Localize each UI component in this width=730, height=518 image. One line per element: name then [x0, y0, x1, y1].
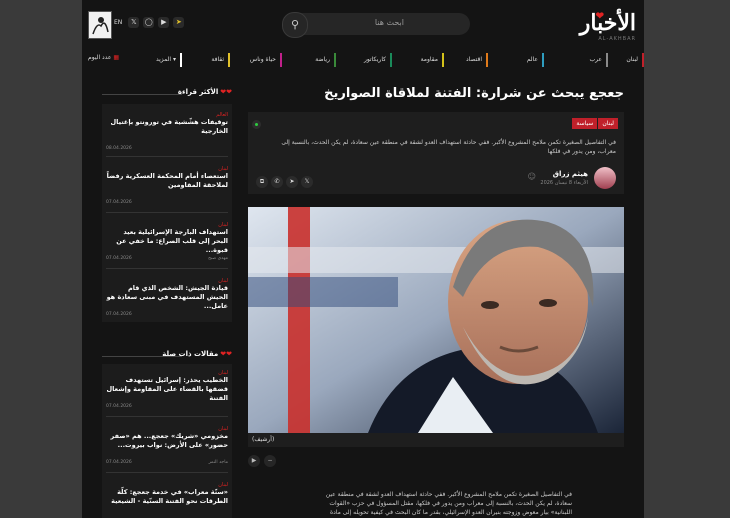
heart-icon: ❤❤ — [220, 88, 232, 96]
article-image — [248, 207, 624, 433]
most-read-title: الأكثر قراءة — [177, 88, 219, 96]
article-title: جعجع يبحث عن شرارة: الفتنة لملاقاة الصوا… — [324, 86, 624, 101]
article-lead: في التفاصيل الصغيرة تكمن ملامح المشروع ا… — [281, 139, 616, 155]
article-tags: لبنان سياسة — [571, 118, 618, 129]
telegram-icon[interactable]: ➤ — [286, 176, 298, 188]
nav-item-arab[interactable]: عرب — [548, 53, 608, 67]
item-date: 07.04.2026 — [106, 404, 132, 409]
item-date: 08.04.2026 — [106, 146, 132, 151]
calendar-icon: ▦ — [113, 54, 120, 61]
live-indicator-icon — [252, 120, 261, 129]
divider — [106, 472, 228, 473]
item-date: 07.04.2026 — [106, 256, 132, 261]
copy-icon[interactable]: ⧉ — [256, 176, 268, 188]
divider — [106, 212, 228, 213]
divider — [102, 356, 182, 357]
tag-lebanon[interactable]: لبنان — [598, 118, 618, 129]
nav-item-lebanon[interactable]: لبنان — [614, 53, 644, 67]
instagram-icon[interactable]: ◯ — [143, 17, 155, 28]
divider — [106, 416, 228, 417]
search-icon[interactable]: ⚲ — [282, 12, 308, 38]
search-bar[interactable]: ابحث هنا ⚲ — [282, 12, 470, 38]
item-title[interactable]: استعصاء أمام المحكمة العسكرية رفضاً لملا… — [106, 172, 228, 190]
logo-text: الأخبار — [579, 10, 636, 36]
list-item[interactable]: لبنان قيادة الجيش: الشخص الذي قام الحيش … — [106, 278, 228, 317]
nav-item-culture[interactable]: ثقافة — [186, 53, 230, 67]
x-icon[interactable]: 𝕏 — [301, 176, 313, 188]
most-read-list: العالم توقيفات هشّشية في تورونتو بإغتيال… — [102, 104, 232, 322]
author-avatar[interactable] — [594, 167, 616, 189]
nav-item-economy[interactable]: اقتصاد — [448, 53, 488, 67]
tag-politics[interactable]: سياسة — [572, 118, 598, 129]
heart-icon: ❤❤ — [220, 350, 232, 358]
image-caption-bar: (أرشيف) — [248, 433, 624, 447]
item-date: 07.04.2026 — [106, 312, 132, 317]
main-nav: لبنان عرب عالم اقتصاد مقاومة كاريكاتور ر… — [82, 53, 644, 69]
list-item[interactable]: لبنان الخطيب يحذر: إسرائيل تستهدف قضقها … — [106, 370, 228, 409]
play-icon[interactable]: ▶ — [248, 455, 260, 467]
item-date: 07.04.2026 — [106, 200, 132, 205]
social-links: EN 𝕏 ◯ ▶ ➤ — [114, 17, 185, 28]
list-item[interactable]: لبنان «سنّة معراب» في خدمة جعجع: كلّة ال… — [106, 482, 228, 506]
page: الأخبار ❤ AL-AKHBAR ابحث هنا ⚲ EN 𝕏 ◯ ▶ … — [82, 0, 644, 518]
today-issue-link[interactable]: ▦ عدد اليوم — [88, 54, 119, 61]
telegram-icon[interactable]: ➤ — [173, 17, 185, 28]
author-name[interactable]: هيثم زراق — [553, 170, 588, 178]
volume-icon[interactable]: − — [264, 455, 276, 467]
nav-item-life[interactable]: حياة وناس — [234, 53, 282, 67]
nav-item-caricature[interactable]: كاريكاتور — [340, 53, 392, 67]
audio-controls: ▶ − — [248, 455, 276, 467]
article-header-card: لبنان سياسة في التفاصيل الصغيرة تكمن ملا… — [248, 112, 624, 194]
article-body: في التفاصيل الصغيرة تكمن ملامح المشروع ا… — [325, 491, 572, 516]
list-item[interactable]: لبنان استعصاء أمام المحكمة العسكرية رفضا… — [106, 166, 228, 205]
item-title[interactable]: استهداف البارجة الإسرائيلية بعيد البحر إ… — [106, 228, 228, 255]
search-input[interactable]: ابحث هنا — [375, 18, 404, 27]
language-toggle[interactable]: EN — [114, 19, 122, 26]
item-author: مهدي صبح — [208, 256, 228, 261]
item-title[interactable]: قيادة الجيش: الشخص الذي قام الحيش المسته… — [106, 284, 228, 311]
image-caption: (أرشيف) — [252, 436, 275, 443]
nav-item-more[interactable]: المزيد ▾ — [134, 53, 182, 67]
item-author: ماجد النمر — [208, 460, 228, 465]
heart-icon: ❤ — [595, 11, 604, 22]
item-title[interactable]: «سنّة معراب» في خدمة جعجع: كلّة الطرقات … — [106, 488, 228, 506]
header: الأخبار ❤ AL-AKHBAR ابحث هنا ⚲ EN 𝕏 ◯ ▶ … — [82, 0, 644, 52]
nav-item-resistance[interactable]: مقاومة — [396, 53, 444, 67]
x-icon[interactable]: 𝕏 — [128, 17, 140, 28]
related-list: لبنان الخطيب يحذر: إسرائيل تستهدف قضقها … — [102, 364, 232, 518]
list-item[interactable]: لبنان مخزومي «شريك» جعجع... هم «صفر حضور… — [106, 426, 228, 465]
logo-subtitle: AL-AKHBAR — [598, 36, 636, 42]
nav-item-sports[interactable]: رياضة — [286, 53, 336, 67]
divider — [106, 156, 228, 157]
follow-author-icon[interactable]: ☺ — [528, 172, 536, 181]
chevron-down-icon: ▾ — [172, 56, 176, 63]
item-title[interactable]: الخطيب يحذر: إسرائيل تستهدف قضقها بالقضا… — [106, 376, 228, 403]
nav-item-world[interactable]: عالم — [492, 53, 544, 67]
share-buttons: ⧉ ✆ ➤ 𝕏 — [256, 176, 313, 188]
whatsapp-icon[interactable]: ✆ — [271, 176, 283, 188]
item-title[interactable]: توقيفات هشّشية في تورونتو بإغتيال الخارج… — [106, 118, 228, 136]
list-item[interactable]: لبنان استهداف البارجة الإسرائيلية بعيد ا… — [106, 222, 228, 261]
item-date: 07.04.2026 — [106, 460, 132, 465]
related-header: ❤❤مقالات ذات صلة — [102, 350, 232, 362]
divider — [106, 268, 228, 269]
youtube-icon[interactable]: ▶ — [158, 17, 170, 28]
most-read-header: ❤❤الأكثر قراءة — [102, 88, 232, 100]
site-logo[interactable]: الأخبار ❤ — [579, 10, 636, 36]
avatar[interactable] — [88, 11, 112, 39]
item-title[interactable]: مخزومي «شريك» جعجع... هم «صفر حضور» على … — [106, 432, 228, 450]
article-date: الأربعاء 8 نيسان 2026 — [540, 180, 588, 186]
divider — [102, 94, 182, 95]
list-item[interactable]: العالم توقيفات هشّشية في تورونتو بإغتيال… — [106, 112, 228, 151]
